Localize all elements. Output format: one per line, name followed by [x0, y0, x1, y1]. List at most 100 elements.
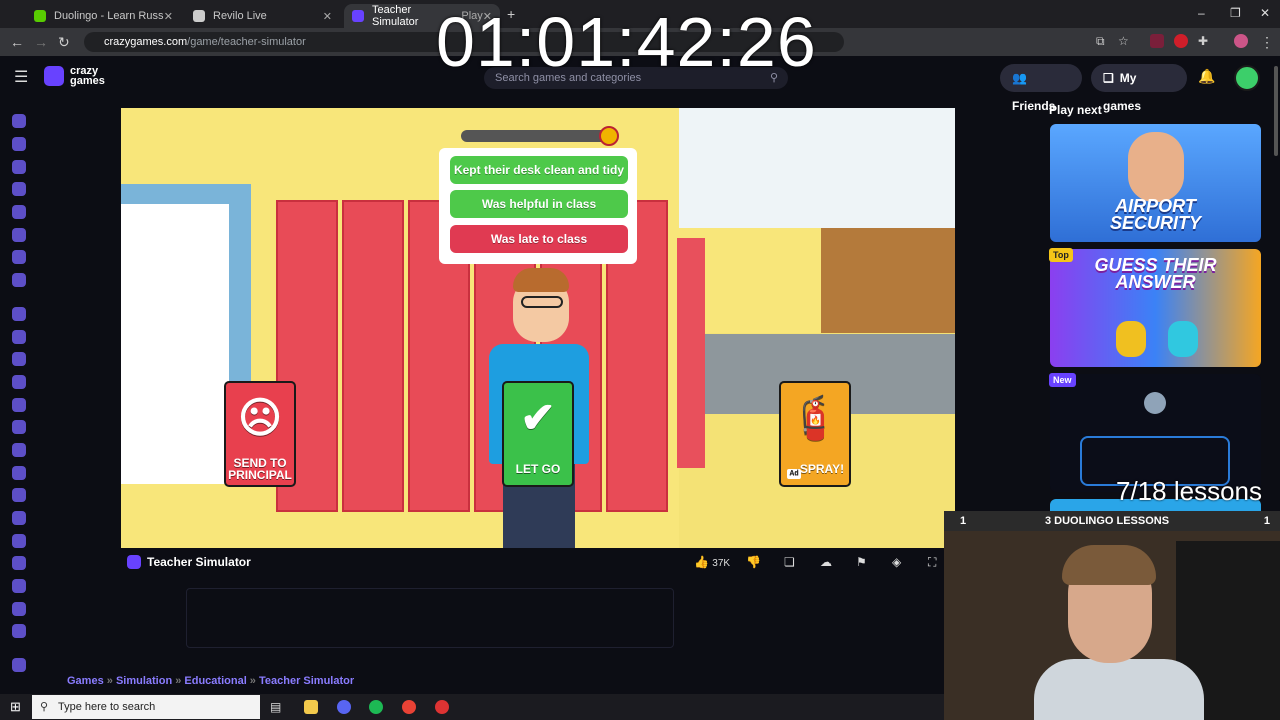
- controller-icon[interactable]: [12, 511, 26, 525]
- scrollbar-thumb[interactable]: [1274, 66, 1278, 156]
- let-go-button[interactable]: ✔ LET GO: [502, 381, 574, 487]
- taskbar-search-placeholder: Type here to search: [58, 701, 156, 713]
- bookmark-game-icon[interactable]: ❏: [784, 555, 795, 569]
- hallway-ceiling: [679, 108, 955, 228]
- send-to-principal-button[interactable]: ☹ SEND TO PRINCIPAL: [224, 381, 296, 487]
- action-icon[interactable]: [12, 307, 26, 321]
- glasses-icon: [521, 296, 563, 308]
- thumbs-down-icon[interactable]: 👎: [746, 555, 761, 569]
- crazygames-logo[interactable]: crazy games: [44, 66, 105, 87]
- tab-duolingo[interactable]: Duolingo - Learn Russian with l ✕: [26, 4, 181, 28]
- quiz-icon[interactable]: [12, 602, 26, 616]
- discord-icon[interactable]: [337, 700, 351, 714]
- extensions-puzzle-icon[interactable]: ✚: [1198, 34, 1208, 48]
- breadcrumb-educational[interactable]: Educational: [184, 675, 246, 687]
- choice-button[interactable]: Kept their desk clean and tidy: [450, 156, 628, 184]
- timer-bar: [461, 130, 611, 142]
- clicker-icon[interactable]: [12, 488, 26, 502]
- taskbar-search-input[interactable]: ⚲ Type here to search: [32, 695, 260, 719]
- chrome-icon[interactable]: [402, 700, 416, 714]
- webcam-overlay: [944, 531, 1280, 720]
- doorway: [121, 204, 229, 484]
- recent-icon[interactable]: [12, 137, 26, 151]
- updated-icon[interactable]: [12, 205, 26, 219]
- streamer-hair: [1062, 545, 1156, 585]
- install-app-icon[interactable]: ⧉: [1096, 34, 1105, 49]
- cloud-save-icon[interactable]: ☁: [820, 555, 832, 569]
- url-host: crazygames.com: [104, 36, 188, 48]
- spray-button[interactable]: 🧯 SPRAY! Ad: [779, 381, 851, 487]
- bookmark-icon: ❏: [1103, 71, 1114, 85]
- my-games-button[interactable]: ❏ My games: [1091, 64, 1187, 113]
- friends-icon: 👥: [1012, 71, 1027, 85]
- word-icon[interactable]: [12, 624, 26, 638]
- choice-button[interactable]: Was helpful in class: [450, 190, 628, 218]
- casual-icon[interactable]: [12, 466, 26, 480]
- obs-record-icon[interactable]: [435, 700, 449, 714]
- forward-icon[interactable]: →: [34, 34, 48, 50]
- lessons-progress: 7/18 lessons: [1116, 476, 1262, 506]
- two-player-icon[interactable]: [12, 273, 26, 287]
- extension-record-icon[interactable]: [1174, 34, 1188, 48]
- browser-menu-icon[interactable]: ⋮: [1260, 34, 1274, 51]
- escape-icon[interactable]: [12, 579, 26, 593]
- principal-face-icon: ☹: [238, 394, 282, 441]
- tab-title: Revilo Live: [213, 10, 267, 22]
- game-card-airport-security[interactable]: AIRPORT SECURITY: [1050, 124, 1261, 242]
- basketball-icon[interactable]: [12, 352, 26, 366]
- originals-icon[interactable]: [12, 228, 26, 242]
- dress-up-icon[interactable]: [12, 534, 26, 548]
- stream-timer: 01:01:42:26: [436, 3, 817, 81]
- crazygames-favicon-icon: [352, 10, 364, 22]
- beauty-icon[interactable]: [12, 375, 26, 389]
- restore-icon[interactable]: ❐: [1230, 6, 1241, 20]
- task-view-icon[interactable]: ▤: [270, 700, 281, 714]
- minimize-icon[interactable]: –: [1198, 6, 1205, 20]
- notifications-bell-icon[interactable]: 🔔: [1198, 68, 1215, 85]
- feedback-icon[interactable]: ⚑: [856, 555, 867, 569]
- bookmark-star-icon[interactable]: ☆: [1118, 34, 1129, 48]
- profile-avatar-icon[interactable]: [1234, 34, 1248, 48]
- game-card-guess-their-answer[interactable]: GUESS THEIR ANSWER: [1050, 249, 1261, 367]
- bike-icon[interactable]: [12, 398, 26, 412]
- adventure-icon[interactable]: [12, 330, 26, 344]
- game-card-space[interactable]: [1050, 374, 1261, 492]
- close-tab-icon[interactable]: ✕: [323, 10, 332, 23]
- tags-icon[interactable]: [12, 658, 26, 672]
- home-icon[interactable]: [12, 114, 26, 128]
- car-icon[interactable]: [12, 420, 26, 434]
- extension-icon[interactable]: [1150, 34, 1164, 48]
- tab-revilo-live[interactable]: Revilo Live ✕: [185, 4, 340, 28]
- fullscreen-icon[interactable]: ⛶: [928, 555, 936, 570]
- back-icon[interactable]: ←: [10, 34, 24, 50]
- tab-title: Duolingo - Learn Russian with l: [54, 10, 164, 22]
- breadcrumb-games[interactable]: Games: [67, 675, 104, 687]
- card-icon[interactable]: [12, 443, 26, 457]
- friends-button[interactable]: 👥Friends: [1000, 64, 1082, 113]
- new-icon[interactable]: [12, 160, 26, 174]
- breadcrumb-simulation[interactable]: Simulation: [116, 675, 172, 687]
- ad-video-icon: Ad: [787, 469, 801, 479]
- thumbs-up-icon: 👍: [694, 555, 709, 569]
- locker-side: [677, 238, 705, 468]
- window-close-icon[interactable]: ✕: [1260, 6, 1270, 20]
- logo-text-line2: games: [70, 75, 105, 87]
- driving-icon[interactable]: [12, 556, 26, 570]
- close-tab-icon[interactable]: ✕: [164, 10, 173, 23]
- hamburger-menu-icon[interactable]: ☰: [14, 70, 28, 86]
- spotify-icon[interactable]: [369, 700, 383, 714]
- game-canvas[interactable]: Kept their desk clean and tidy Was helpf…: [121, 108, 955, 548]
- breadcrumb-current[interactable]: Teacher Simulator: [259, 675, 354, 687]
- trending-icon[interactable]: [12, 182, 26, 196]
- file-explorer-icon[interactable]: [304, 700, 318, 714]
- user-avatar[interactable]: [1234, 65, 1260, 91]
- duolingo-favicon-icon: [34, 10, 46, 22]
- fire-extinguisher-icon: 🧯: [788, 394, 842, 441]
- choice-button[interactable]: Was late to class: [450, 225, 628, 253]
- theater-mode-icon[interactable]: ◈: [892, 555, 901, 569]
- like-button[interactable]: 👍 37K: [694, 555, 730, 569]
- windows-start-icon[interactable]: ⊞: [10, 700, 21, 714]
- reload-icon[interactable]: ↻: [58, 34, 70, 51]
- multiplayer-icon[interactable]: [12, 250, 26, 264]
- alarm-clock-icon: [599, 126, 619, 146]
